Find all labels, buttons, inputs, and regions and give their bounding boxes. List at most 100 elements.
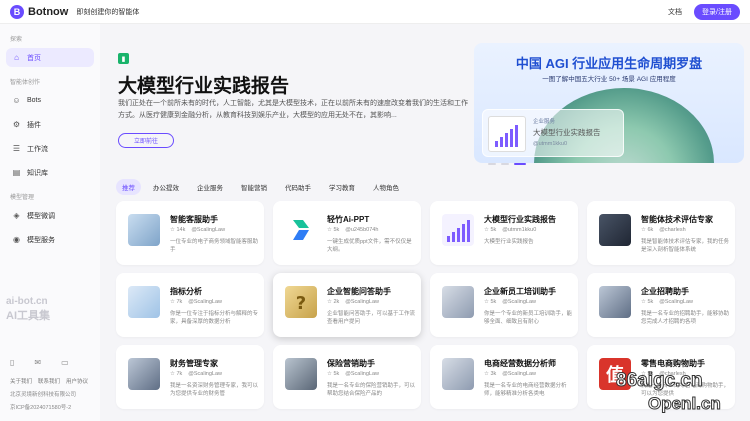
- bot-card[interactable]: 电商经营数据分析师 ☆ 3k @ScalingLaw 我是一名专业的电商经营数据…: [430, 345, 578, 409]
- watermark-86aigc: 86aigc.cn: [616, 370, 704, 392]
- star-icon: ☆: [327, 371, 332, 377]
- bot-meta: ☆ 7k @ScalingLaw: [170, 371, 222, 377]
- bot-name: 保险营销助手: [327, 359, 375, 368]
- bot-description: 一位专业的电子商务领域智能客服助手: [170, 239, 258, 253]
- star-count: ☆ 2k: [327, 299, 340, 305]
- feedback-icon[interactable]: ▭: [61, 358, 69, 367]
- tab-office[interactable]: 办公提效: [147, 179, 185, 195]
- about-link[interactable]: 关于我们: [10, 377, 32, 385]
- carousel-dot[interactable]: [501, 163, 509, 165]
- sidebar-item-bots[interactable]: ☺ Bots: [6, 91, 94, 110]
- bot-card[interactable]: 财务管理专家 ☆ 7k @ScalingLaw 我是一名资深财务管理专家，我可以…: [116, 345, 264, 409]
- bot-name: 轻竹Ai-PPT: [327, 215, 370, 224]
- bot-meta: ☆ 5k @u245b074h: [327, 227, 378, 233]
- sidebar-item-workflow[interactable]: ☰ 工作流: [6, 139, 94, 158]
- icp-number[interactable]: 京ICP备2024071580号-2: [10, 403, 71, 411]
- bot-card[interactable]: 保险营销助手 ☆ 5k @ScalingLaw 我是一名专业的保险营销助手，可以…: [273, 345, 421, 409]
- bot-meta: ☆ 5k @ScalingLaw: [484, 299, 536, 305]
- logo[interactable]: B Botnow: [10, 4, 68, 19]
- category-tabs: 推荐 办公提效 企业服务 智能营销 代码助手 学习教育 人物角色: [116, 179, 405, 195]
- knowledge-icon: ▤: [12, 168, 21, 177]
- bot-description: 你是一个专业的新员工培训助手，能够全面、细致且有耐心: [484, 311, 572, 325]
- sidebar-item-fine-tune[interactable]: ◈ 模型微调: [6, 206, 94, 225]
- bot-thumbnail: [599, 286, 631, 318]
- star-icon: ☆: [327, 299, 332, 305]
- bot-author: @utmm1kku0: [502, 227, 537, 233]
- bot-card[interactable]: 智能体技术评估专家 ☆ 6k @charlesh 我是智能体技术评估专家，我的任…: [587, 201, 735, 265]
- bot-author: @ScalingLaw: [502, 371, 536, 377]
- bot-card-hovered[interactable]: ? 企业智能问答助手 ☆ 2k @ScalingLaw 企业智能问答助手，可以基…: [273, 273, 421, 337]
- bot-meta: ☆ 14k @ScalingLaw: [170, 227, 225, 233]
- bot-meta: ☆ 2k @ScalingLaw: [327, 299, 379, 305]
- star-count: ☆ 3k: [484, 371, 497, 377]
- bot-thumbnail: [128, 214, 160, 246]
- bot-thumbnail: [128, 358, 160, 390]
- star-count: ☆ 5k: [484, 299, 497, 305]
- bot-icon: ☺: [12, 96, 21, 105]
- watermark-openl: Openl.cn: [648, 394, 722, 414]
- star-icon: ☆: [641, 299, 646, 305]
- bot-card[interactable]: 企业新员工培训助手 ☆ 5k @ScalingLaw 你是一个专业的新员工培训助…: [430, 273, 578, 337]
- carousel-dot-active[interactable]: [514, 163, 526, 165]
- promo-card-tag: 企业服务: [533, 119, 556, 125]
- promo-report-card: 企业服务 大模型行业实践报告 @utmm1kku0: [482, 109, 624, 157]
- svg-text:?: ?: [296, 293, 306, 314]
- bot-author: @ScalingLaw: [345, 299, 379, 305]
- promo-card-title: 大模型行业实践报告: [533, 128, 601, 137]
- star-count: ☆ 5k: [484, 227, 497, 233]
- tab-characters[interactable]: 人物角色: [367, 179, 405, 195]
- bot-thumbnail: [442, 358, 474, 390]
- bot-card[interactable]: 指标分析 ☆ 7k @ScalingLaw 你是一位专注于指标分析与解释的专家，…: [116, 273, 264, 337]
- bot-card[interactable]: 企业招聘助手 ☆ 5k @ScalingLaw 我是一名专业的招聘助手，能够协助…: [587, 273, 735, 337]
- tab-marketing[interactable]: 智能营销: [235, 179, 273, 195]
- bot-author: @charlesh: [659, 227, 686, 233]
- bot-description: 我是一名专业的电商经营数据分析师，能够精准分析各类电: [484, 383, 567, 397]
- bot-name: 大模型行业实践报告: [484, 215, 556, 224]
- login-register-button[interactable]: 登录/注册: [694, 3, 740, 20]
- tab-enterprise[interactable]: 企业服务: [191, 179, 229, 195]
- sidebar-item-label: 工作流: [27, 145, 48, 153]
- sidebar-item-home[interactable]: ⌂ 首页: [6, 48, 94, 67]
- sidebar-item-label: 插件: [27, 121, 41, 129]
- docs-link[interactable]: 文档: [668, 7, 682, 17]
- bot-card[interactable]: 大模型行业实践报告 ☆ 5k @utmm1kku0 大模型行业实践报告: [430, 201, 578, 265]
- sidebar-item-knowledge[interactable]: ▤ 知识库: [6, 163, 94, 182]
- contact-link[interactable]: 联系我们: [38, 377, 60, 385]
- carousel-dots: [488, 163, 526, 165]
- bot-description: 大模型行业实践报告: [484, 239, 534, 245]
- top-bar: B Botnow 即刻创建你的智能体 文档 登录/注册: [0, 0, 750, 24]
- bot-name: 零售电商购物助手: [641, 359, 705, 368]
- star-icon: ☆: [641, 227, 646, 233]
- bot-author: @ScalingLaw: [345, 371, 379, 377]
- workflow-icon: ☰: [12, 144, 21, 153]
- terms-link[interactable]: 用户协议: [66, 377, 88, 385]
- bot-meta: ☆ 5k @ScalingLaw: [327, 371, 379, 377]
- tab-education[interactable]: 学习教育: [323, 179, 361, 195]
- star-count: ☆ 7k: [170, 371, 183, 377]
- document-icon[interactable]: ▯: [10, 358, 14, 367]
- sidebar-footer-icons: ▯ ✉ ▭: [10, 358, 69, 367]
- bot-name: 指标分析: [170, 287, 202, 296]
- carousel-dot[interactable]: [488, 163, 496, 165]
- bot-card[interactable]: 轻竹Ai-PPT ☆ 5k @u245b074h 一键生成优质ppt文件，需不仅…: [273, 201, 421, 265]
- mail-icon[interactable]: ✉: [34, 358, 41, 367]
- sidebar-item-plugins[interactable]: ⚙ 插件: [6, 115, 94, 134]
- sidebar-item-model-service[interactable]: ◉ 模型服务: [6, 230, 94, 249]
- bot-meta: ☆ 6k @charlesh: [641, 227, 686, 233]
- bot-description: 我是一名资深财务管理专家，我可以为您提供专业的财务管: [170, 383, 258, 397]
- promo-poster[interactable]: 中国 AGI 行业应用生命周期罗盘 一图了解中国五大行业 50+ 场景 AGI …: [474, 43, 744, 163]
- sidebar-item-label: 首页: [27, 54, 41, 62]
- tab-recommended[interactable]: 推荐: [116, 179, 141, 195]
- bot-author: @ScalingLaw: [191, 227, 226, 233]
- bot-meta: ☆ 5k @ScalingLaw: [641, 299, 693, 305]
- sidebar-item-label: 知识库: [27, 169, 48, 177]
- sidebar-item-label: 模型微调: [27, 212, 55, 220]
- star-icon: ☆: [327, 227, 332, 233]
- sidebar-footer-links: 关于我们 联系我们 用户协议: [10, 377, 88, 385]
- tab-code[interactable]: 代码助手: [279, 179, 317, 195]
- bot-author: @u245b074h: [345, 227, 379, 233]
- bot-name: 企业招聘助手: [641, 287, 689, 296]
- bot-description: 我是一名专业的保险营销助手，可以帮助您结合保险产品的: [327, 383, 415, 397]
- bot-card[interactable]: 智能客服助手 ☆ 14k @ScalingLaw 一位专业的电子商务领域智能客服…: [116, 201, 264, 265]
- go-now-button[interactable]: 立即前往: [118, 133, 174, 148]
